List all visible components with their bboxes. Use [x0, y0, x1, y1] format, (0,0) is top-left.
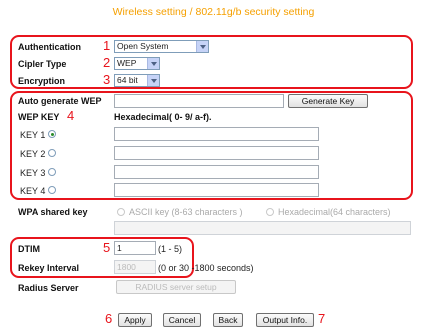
rekey-interval-input[interactable]: 1800 [114, 260, 156, 274]
rekey-interval-hint: (0 or 30 -1800 seconds) [158, 263, 254, 273]
key-4-input[interactable] [114, 183, 319, 197]
key-2-input[interactable] [114, 146, 319, 160]
encryption-label: Encryption [18, 76, 66, 86]
wep-key-format-hint: Hexadecimal( 0- 9/ a-f). [114, 112, 212, 122]
wpa-shared-key-label: WPA shared key [18, 207, 88, 217]
key-2-radio[interactable] [48, 149, 56, 157]
key-2-label: KEY 2 [20, 149, 46, 159]
wpa-ascii-radio[interactable] [117, 208, 125, 216]
wpa-shared-key-input[interactable] [114, 221, 411, 235]
chevron-down-icon [147, 75, 159, 86]
wpa-ascii-option-label: ASCII key (8-63 characters ) [129, 207, 243, 217]
authentication-label: Authentication [18, 42, 81, 52]
encryption-value: 64 bit [117, 75, 138, 85]
wep-key-label: WEP KEY [18, 112, 60, 122]
key-1-input[interactable] [114, 127, 319, 141]
key-3-input[interactable] [114, 165, 319, 179]
page-title: Wireless setting / 802.11g/b security se… [112, 6, 315, 18]
back-button[interactable]: Back [213, 313, 243, 327]
auto-wep-input[interactable] [114, 94, 284, 108]
key-4-label: KEY 4 [20, 186, 46, 196]
annotation-marker-6: 6 [105, 311, 113, 326]
auto-wep-label: Auto generate WEP [18, 96, 102, 106]
authentication-value: Open System [117, 41, 169, 51]
output-info-button[interactable]: Output Info. [256, 313, 314, 327]
chevron-down-icon [196, 41, 208, 52]
authentication-select[interactable]: Open System [114, 40, 209, 53]
cipher-type-value: WEP [117, 58, 137, 68]
annotation-marker-5: 5 [103, 240, 111, 255]
key-3-label: KEY 3 [20, 168, 46, 178]
key-1-radio[interactable] [48, 130, 56, 138]
cipher-type-label: Cipler Type [18, 59, 67, 69]
generate-key-button[interactable]: Generate Key [288, 94, 368, 108]
wpa-hex-radio[interactable] [266, 208, 274, 216]
annotation-marker-3: 3 [103, 72, 111, 87]
annotation-marker-7: 7 [318, 311, 326, 326]
key-4-radio[interactable] [48, 186, 56, 194]
dtim-label: DTIM [18, 244, 40, 254]
annotation-marker-2: 2 [103, 55, 111, 70]
key-1-label: KEY 1 [20, 130, 46, 140]
cipher-type-select[interactable]: WEP [114, 57, 160, 70]
apply-button[interactable]: Apply [118, 313, 152, 327]
rekey-interval-label: Rekey Interval [18, 263, 80, 273]
radius-server-label: Radius Server [18, 283, 79, 293]
radius-server-setup-button[interactable]: RADIUS server setup [116, 280, 236, 294]
cancel-button[interactable]: Cancel [163, 313, 201, 327]
key-3-radio[interactable] [48, 168, 56, 176]
wpa-hex-option-label: Hexadecimal(64 characters) [278, 207, 391, 217]
dtim-input[interactable]: 1 [114, 241, 156, 255]
annotation-marker-1: 1 [103, 38, 111, 53]
dtim-hint: (1 - 5) [158, 244, 183, 254]
annotation-marker-4: 4 [67, 108, 75, 123]
chevron-down-icon [147, 58, 159, 69]
encryption-select[interactable]: 64 bit [114, 74, 160, 87]
